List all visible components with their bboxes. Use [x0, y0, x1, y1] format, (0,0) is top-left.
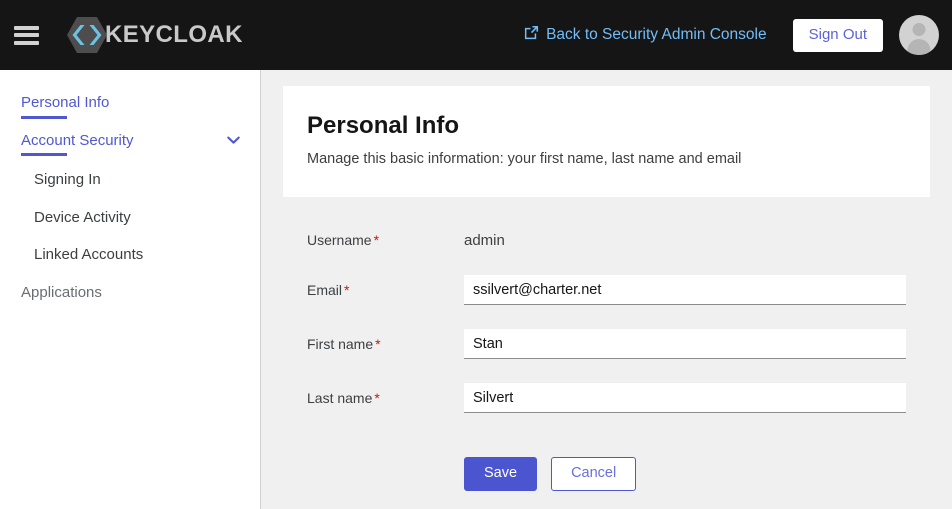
sidebar-item-label: Linked Accounts	[34, 245, 143, 265]
sidebar-item-device-activity[interactable]: Device Activity	[0, 199, 260, 237]
required-marker: *	[375, 336, 380, 352]
page-body: Personal Info Account Security Signing I…	[0, 70, 952, 509]
personal-info-form: Username* admin Email* Fi	[283, 197, 930, 509]
sidebar-item-personal-info[interactable]: Personal Info	[0, 84, 260, 122]
first-name-field[interactable]	[464, 329, 906, 359]
page-title: Personal Info	[307, 112, 906, 141]
sidebar-item-signing-in[interactable]: Signing In	[0, 161, 260, 199]
sidebar-item-applications[interactable]: Applications	[0, 274, 260, 312]
sidebar-item-label: Account Security	[21, 131, 134, 151]
sidebar-nav-list: Personal Info Account Security Signing I…	[0, 84, 260, 311]
sidebar: Personal Info Account Security Signing I…	[0, 70, 261, 509]
sidebar-subnav: Signing In Device Activity Linked Accoun…	[0, 161, 260, 274]
first-name-label-text: First name	[307, 336, 373, 352]
first-name-control	[464, 329, 906, 359]
email-field[interactable]	[464, 275, 906, 305]
sidebar-item-label: Device Activity	[34, 208, 131, 228]
avatar[interactable]	[899, 15, 939, 55]
required-marker: *	[374, 232, 379, 248]
avatar-body-shape	[908, 39, 931, 55]
global-nav-toggle-button[interactable]	[0, 0, 52, 70]
back-to-admin-console-label: Back to Security Admin Console	[546, 26, 767, 44]
username-label-text: Username	[307, 232, 372, 248]
sidebar-item-label: Applications	[21, 283, 102, 303]
last-name-field[interactable]	[464, 383, 906, 413]
email-label-text: Email	[307, 282, 342, 298]
username-value: admin	[464, 225, 906, 251]
avatar-head-shape	[913, 23, 926, 36]
masthead-actions: Back to Security Admin Console Sign Out	[524, 15, 939, 55]
back-to-admin-console-link[interactable]: Back to Security Admin Console	[524, 25, 767, 45]
keycloak-account-app: KEYCLOAK Back to Security Admin Console …	[0, 0, 952, 509]
sign-out-button[interactable]: Sign Out	[793, 19, 883, 52]
form-row-email: Email*	[307, 275, 906, 305]
last-name-label: Last name*	[307, 383, 464, 409]
masthead: KEYCLOAK Back to Security Admin Console …	[0, 0, 952, 70]
chevron-down-icon	[227, 136, 240, 145]
brand-wordmark: KEYCLOAK	[105, 23, 243, 47]
save-button[interactable]: Save	[464, 457, 537, 491]
sidebar-item-linked-accounts[interactable]: Linked Accounts	[0, 236, 260, 274]
first-name-label: First name*	[307, 329, 464, 355]
sidebar-item-label: Personal Info	[21, 93, 109, 113]
username-value-wrapper: admin	[464, 225, 906, 251]
hamburger-icon	[14, 26, 39, 45]
cancel-button[interactable]: Cancel	[551, 457, 636, 491]
email-control	[464, 275, 906, 305]
sidebar-sub-list: Signing In Device Activity Linked Accoun…	[0, 161, 260, 274]
form-actions: Save Cancel	[307, 457, 906, 491]
required-marker: *	[374, 390, 379, 406]
required-marker: *	[344, 282, 349, 298]
username-label: Username*	[307, 225, 464, 251]
form-row-last-name: Last name*	[307, 383, 906, 413]
email-label: Email*	[307, 275, 464, 301]
page-subtitle: Manage this basic information: your firs…	[307, 149, 906, 169]
brand-logo[interactable]: KEYCLOAK	[67, 17, 243, 53]
last-name-label-text: Last name	[307, 390, 372, 406]
last-name-control	[464, 383, 906, 413]
keycloak-hexagon-icon	[67, 17, 107, 53]
sidebar-item-label: Signing In	[34, 170, 101, 190]
form-row-first-name: First name*	[307, 329, 906, 359]
form-row-username: Username* admin	[307, 225, 906, 251]
external-link-icon	[524, 25, 539, 45]
personal-info-card-header: Personal Info Manage this basic informat…	[283, 86, 930, 197]
sidebar-item-account-security[interactable]: Account Security	[0, 122, 260, 160]
main-content: Personal Info Manage this basic informat…	[261, 70, 952, 509]
